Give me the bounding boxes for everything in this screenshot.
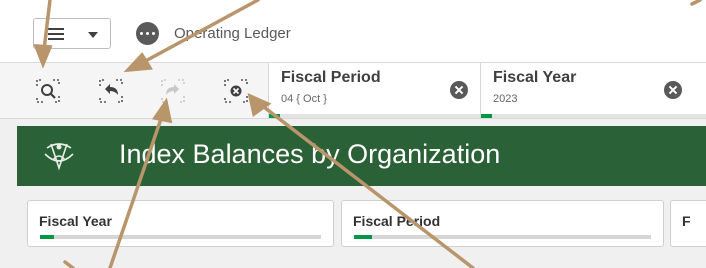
selection-field-name: Fiscal Period — [281, 69, 381, 86]
top-toolbar: Operating Ledger — [0, 0, 706, 63]
chevron-down-icon — [88, 32, 98, 38]
back-arrow-icon — [99, 79, 123, 103]
selection-state-bar — [481, 114, 492, 118]
sheet-title-banner: Index Balances by Organization — [17, 126, 706, 186]
search-icon — [36, 79, 60, 103]
filter-label: Fiscal Year — [39, 213, 112, 229]
navigation-menu-button[interactable] — [33, 18, 111, 49]
selection-field-name: Fiscal Year — [493, 69, 577, 86]
more-dots-icon[interactable] — [136, 22, 159, 45]
step-forward-button[interactable] — [159, 77, 187, 105]
hamburger-menu-icon — [48, 28, 64, 40]
selection-state-bar — [269, 114, 280, 118]
filter-partial[interactable]: F — [670, 200, 706, 247]
filter-fiscal-year[interactable]: Fiscal Year — [27, 200, 334, 247]
selection-fiscal-year[interactable]: Fiscal Year 2023 — [480, 63, 706, 118]
app-title: Operating Ledger — [174, 25, 291, 42]
filter-label: Fiscal Period — [353, 213, 441, 229]
clear-selections-icon — [224, 79, 248, 103]
close-icon[interactable] — [450, 81, 468, 99]
selection-field-value: 2023 — [493, 93, 518, 105]
selection-fiscal-period[interactable]: Fiscal Period 04 { Oct } — [268, 63, 480, 118]
filter-label: F — [682, 213, 691, 229]
forward-arrow-icon — [161, 79, 185, 103]
filter-fiscal-period[interactable]: Fiscal Period — [341, 200, 664, 247]
smart-search-button[interactable] — [34, 77, 62, 105]
page-title: Index Balances by Organization — [119, 139, 501, 169]
close-icon[interactable] — [664, 81, 682, 99]
step-back-button[interactable] — [97, 77, 125, 105]
filter-state-bar — [40, 235, 54, 239]
filter-pane-row: Fiscal Year Fiscal Period F — [17, 186, 706, 268]
filter-state-bar — [354, 235, 372, 239]
university-crest-icon — [44, 143, 74, 171]
clear-all-selections-button[interactable] — [222, 77, 250, 105]
selections-bar: Fiscal Period 04 { Oct } Fiscal Year 202… — [0, 63, 706, 119]
selection-field-value: 04 { Oct } — [281, 93, 327, 105]
